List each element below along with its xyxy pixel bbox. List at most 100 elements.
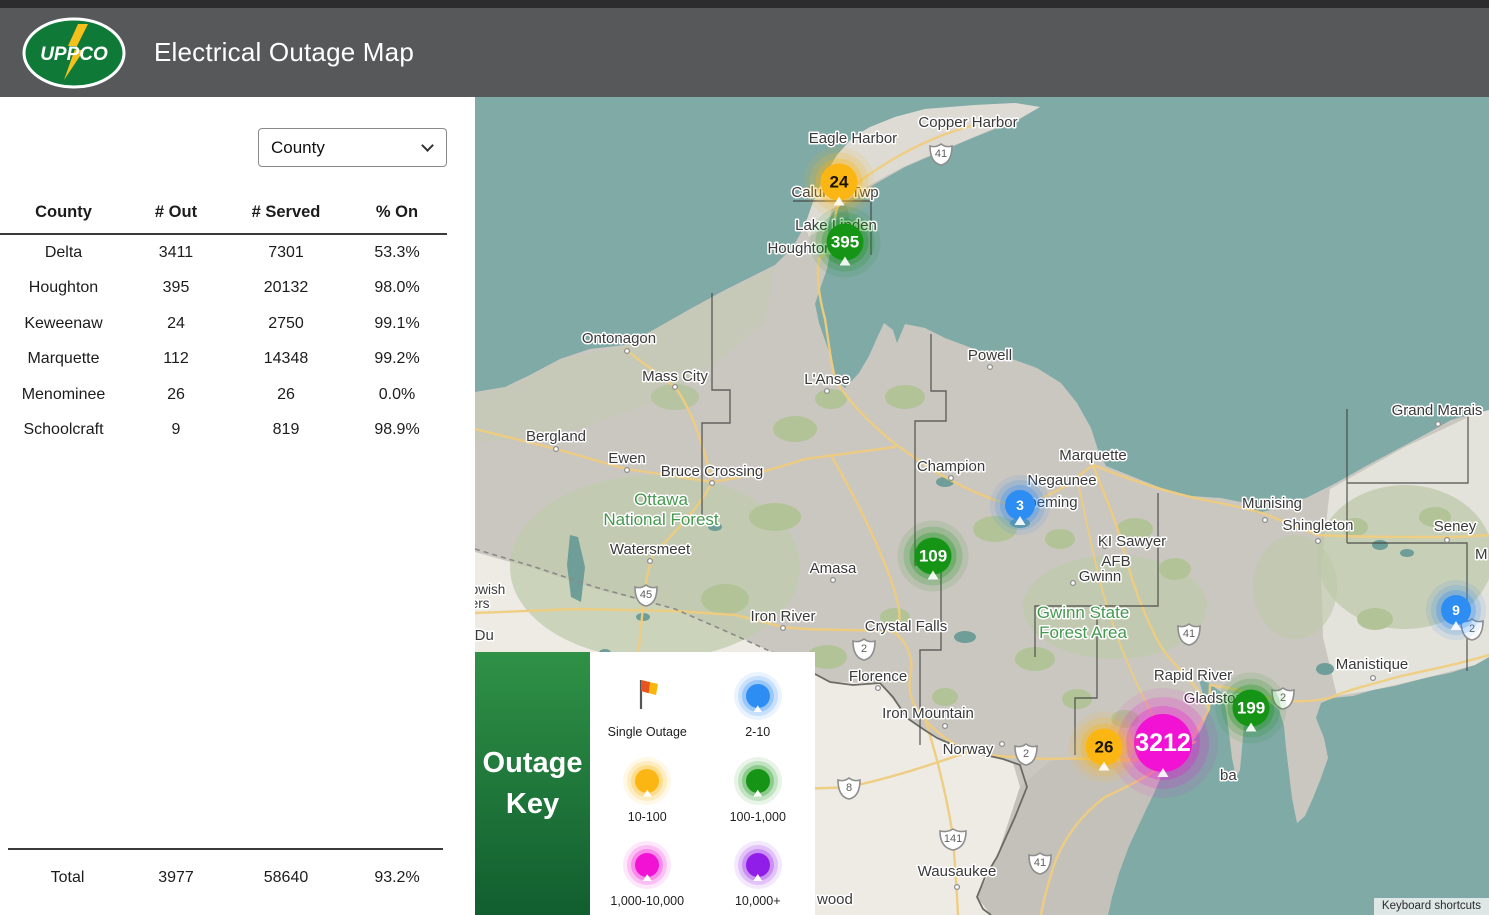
cluster-10-100-icon xyxy=(635,768,660,793)
county-outage-table: County # Out # Served % On Delta 3411 73… xyxy=(0,191,447,886)
map-label: Mass City xyxy=(642,368,708,385)
out-cell: 26 xyxy=(167,385,185,403)
shield-number: 2 xyxy=(1280,692,1286,704)
outage-marker[interactable]: 109 xyxy=(914,537,952,575)
county-cell: Houghton xyxy=(28,279,99,297)
legend-title: Outage Key xyxy=(475,652,590,915)
cluster-100-1000-icon xyxy=(745,768,770,793)
page-title: Electrical Outage Map xyxy=(154,37,414,67)
legend-label: 1,000-10,000 xyxy=(610,894,685,908)
legend-item: 2-10 xyxy=(703,656,814,746)
outage-key-legend: Outage Key Single Outage 2-10 10-100 100… xyxy=(475,652,815,915)
map-label: Bergland xyxy=(526,428,586,445)
view-select-wrap: County xyxy=(258,128,447,167)
outage-count: 109 xyxy=(918,546,948,565)
legend-label: Single Outage xyxy=(607,725,687,740)
outage-marker[interactable]: 9 xyxy=(1441,595,1471,625)
map-label: Norway xyxy=(943,741,994,758)
map-label: Seney xyxy=(1434,518,1477,535)
out-cell: 3411 xyxy=(158,243,194,261)
outage-count: 26 xyxy=(1094,737,1114,756)
legend-label: 10,000+ xyxy=(734,894,781,908)
map-label-partial: towish xyxy=(475,582,505,597)
map-label: Florence xyxy=(849,668,907,685)
legend-label: 2-10 xyxy=(745,725,771,740)
legend-label: 100-1,000 xyxy=(729,809,786,824)
map-label: Iron Mountain xyxy=(882,705,974,722)
uppco-logo: UPPCO xyxy=(22,17,126,88)
legend-title-line1: Outage xyxy=(482,746,583,779)
legend-title-line2: Key xyxy=(505,787,560,820)
map-label: KI Sawyer xyxy=(1098,533,1166,550)
pct-on-cell: 98.9% xyxy=(374,421,420,439)
legend-item: 10,000+ xyxy=(703,831,814,915)
map-label: Wausaukee xyxy=(918,863,997,880)
map-label-partial: wood xyxy=(816,891,853,908)
col-header-county: County xyxy=(35,202,92,221)
served-cell: 7301 xyxy=(268,243,304,261)
top-strip xyxy=(0,0,1489,8)
outage-marker[interactable]: 199 xyxy=(1232,689,1270,727)
outage-count: 24 xyxy=(829,172,849,191)
outage-count: 3 xyxy=(1016,497,1024,513)
total-label: Total xyxy=(50,869,85,886)
outage-summary-panel: County County # Out # Served % On Delta … xyxy=(0,97,475,915)
view-select[interactable]: County xyxy=(258,128,447,167)
outage-marker[interactable]: 3212 xyxy=(1134,714,1192,772)
shield-number: 141 xyxy=(944,833,962,845)
outage-count: 199 xyxy=(1236,698,1266,717)
out-cell: 112 xyxy=(163,350,189,368)
outage-marker[interactable]: 395 xyxy=(826,223,864,261)
table-row: Houghton 395 20132 98.0% xyxy=(0,271,447,307)
map-label: Watersmeet xyxy=(610,541,691,558)
cluster-1000-10000-icon xyxy=(635,853,660,877)
pct-on-cell: 99.1% xyxy=(374,314,420,332)
pct-on-cell: 0.0% xyxy=(378,385,416,403)
table-total-row: Total 3977 58640 93.2% xyxy=(8,848,443,906)
col-header-served: # Served xyxy=(251,202,321,221)
shield-number: 41 xyxy=(935,148,947,160)
legend-item: 1,000-10,000 xyxy=(592,831,703,915)
col-header-out: # Out xyxy=(154,202,198,221)
table-header-row: County # Out # Served % On xyxy=(0,191,447,235)
cluster-10000-plus-icon xyxy=(745,853,770,877)
shield-number: 8 xyxy=(846,782,852,794)
table-row: Menominee 26 26 0.0% xyxy=(0,377,447,413)
single-outage-flag-icon xyxy=(640,680,659,710)
table-row: Delta 3411 7301 53.3% xyxy=(0,235,447,271)
shield-number: 45 xyxy=(640,589,652,601)
map-label: Ottawa xyxy=(634,490,688,509)
map-label: L'Anse xyxy=(804,371,849,388)
cluster-2-10-icon xyxy=(745,684,770,709)
outage-marker[interactable]: 24 xyxy=(820,163,858,201)
outage-count: 3212 xyxy=(1135,728,1191,757)
map-label: Negaunee xyxy=(1027,472,1096,489)
map-label-partial: ters xyxy=(475,596,490,611)
legend-items: Single Outage 2-10 10-100 100-1,000 1,00… xyxy=(590,652,815,915)
map-label: Iron River xyxy=(750,608,815,625)
total-out: 3977 xyxy=(158,869,194,886)
map-label: Eagle Harbor xyxy=(809,130,897,147)
county-cell: Delta xyxy=(44,243,83,261)
map-label: Powell xyxy=(968,347,1012,364)
map-label-partial: c Du xyxy=(475,627,494,644)
map-label: Amasa xyxy=(810,560,857,577)
map-label: Munising xyxy=(1242,495,1302,512)
map[interactable]: 41 45 2 41 2 8 141 41 2 2 Copper Harbor … xyxy=(475,97,1489,915)
legend-item: Single Outage xyxy=(592,656,703,746)
table-row: Keweenaw 24 2750 99.1% xyxy=(0,306,447,342)
map-label: Manistique xyxy=(1336,656,1409,673)
map-label: Gwinn State xyxy=(1037,603,1130,622)
map-label: Gwinn xyxy=(1079,568,1122,585)
legend-item: 10-100 xyxy=(592,746,703,830)
county-cell: Menominee xyxy=(21,385,106,403)
keyboard-shortcuts-link[interactable]: Keyboard shortcuts xyxy=(1373,898,1489,915)
map-label: Marquette xyxy=(1059,447,1127,464)
outage-marker[interactable]: 26 xyxy=(1085,728,1123,766)
pct-on-cell: 53.3% xyxy=(374,243,420,261)
pct-on-cell: 99.2% xyxy=(374,350,420,368)
outage-marker[interactable]: 3 xyxy=(1005,490,1035,520)
shield-number: 2 xyxy=(861,643,867,655)
legend-label: 10-100 xyxy=(627,809,667,824)
app-header: UPPCO Electrical Outage Map xyxy=(0,8,1489,97)
